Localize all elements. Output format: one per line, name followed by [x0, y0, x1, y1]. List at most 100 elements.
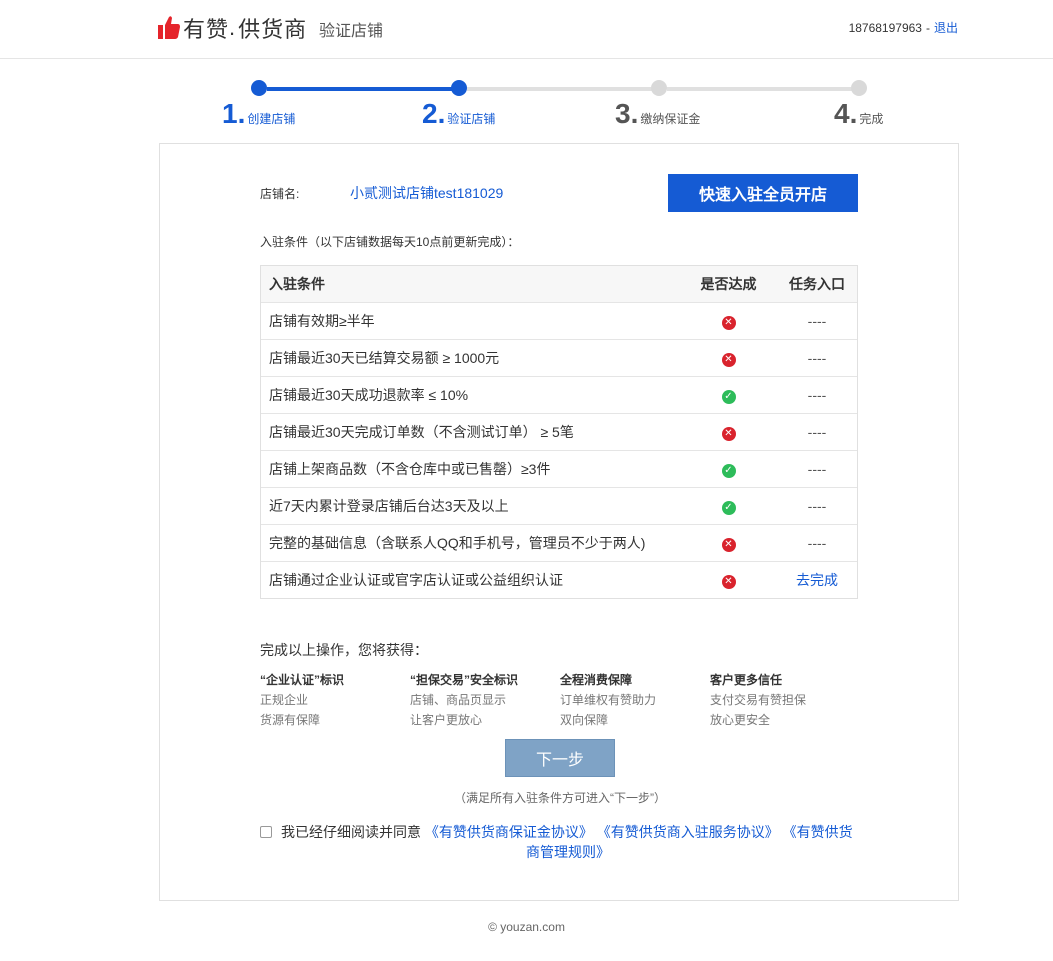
task-entry-cell: ----	[776, 302, 858, 340]
account-phone: 18768197963	[848, 21, 922, 35]
benefit-title: “担保交易”安全标识	[410, 673, 519, 687]
step-dot-3	[651, 80, 667, 96]
shop-name-value: 小贰测试店铺test181029	[350, 185, 504, 201]
rules-link-continued[interactable]: 商管理规则》	[260, 842, 860, 862]
step-dot-1	[251, 80, 267, 96]
rules-link[interactable]: 《有赞供货	[783, 824, 853, 840]
condition-status: ✕	[681, 524, 776, 562]
task-entry-cell: ----	[776, 339, 858, 377]
step-number: 4.	[834, 98, 858, 129]
fast-onboard-button[interactable]: 快速入驻全员开店	[668, 174, 858, 212]
condition-status: ✓	[681, 450, 776, 488]
brand-name: 有赞	[183, 18, 230, 43]
step-connector-2	[467, 87, 657, 91]
error-circle-icon: ✕	[721, 353, 736, 367]
condition-text: 店铺有效期≥半年	[260, 302, 681, 340]
condition-text: 店铺最近30天完成订单数（不含测试订单） ≥ 5笔	[260, 413, 681, 451]
condition-status: ✓	[681, 376, 776, 414]
thumbs-up-icon	[158, 16, 180, 39]
task-entry-placeholder: ----	[807, 387, 827, 403]
conditions-note: 入驻条件（以下店铺数据每天10点前更新完成）：	[260, 235, 520, 249]
table-row: 完整的基础信息（含联系人QQ和手机号，管理员不少于两人) ✕ ----	[260, 524, 858, 562]
task-entry-cell: ----	[776, 376, 858, 414]
benefit-line: 店铺、商品页显示	[410, 693, 507, 707]
step-3: 3. 缴纳保证金	[615, 98, 700, 130]
next-step-button[interactable]: 下一步	[505, 739, 615, 777]
step-2: 2. 验证店铺	[422, 98, 495, 130]
table-header-row: 入驻条件 是否达成 任务入口	[260, 265, 858, 303]
error-circle-icon: ✕	[721, 538, 736, 552]
condition-text: 店铺最近30天成功退款率 ≤ 10%	[260, 376, 681, 414]
condition-text: 店铺通过企业认证或官字店认证或公益组织认证	[260, 561, 681, 599]
table-row: 近7天内累计登录店铺后台达3天及以上 ✓ ----	[260, 487, 858, 525]
benefit-item: “企业认证”标识 正规企业 货源有保障	[260, 671, 410, 731]
step-label: 创建店铺	[247, 112, 296, 126]
step-label: 验证店铺	[447, 112, 496, 126]
agree-checkbox[interactable]	[260, 826, 272, 838]
agreement-row: 我已经仔细阅读并同意 《有赞供货商保证金协议》 《有赞供货商入驻服务协议》 《有…	[260, 822, 860, 862]
table-row: 店铺最近30天成功退款率 ≤ 10% ✓ ----	[260, 376, 858, 414]
step-label: 缴纳保证金	[640, 112, 701, 126]
service-agreement-link[interactable]: 《有赞供货商入驻服务协议》	[597, 824, 779, 840]
condition-text: 完整的基础信息（含联系人QQ和手机号，管理员不少于两人)	[260, 524, 681, 562]
task-entry-placeholder: ----	[807, 313, 827, 329]
check-circle-icon: ✓	[721, 390, 736, 404]
task-entry-placeholder: ----	[807, 461, 827, 477]
error-circle-icon: ✕	[721, 316, 736, 330]
benefit-item: 客户更多信任 支付交易有赞担保 放心更安全	[710, 671, 860, 731]
condition-text: 店铺最近30天已结算交易额 ≥ 1000元	[260, 339, 681, 377]
account-separator: -	[925, 21, 930, 35]
table-row: 店铺最近30天完成订单数（不含测试订单） ≥ 5笔 ✕ ----	[260, 413, 858, 451]
table-row: 店铺最近30天已结算交易额 ≥ 1000元 ✕ ----	[260, 339, 858, 377]
col-met: 是否达成	[681, 265, 776, 303]
benefit-line: 支付交易有赞担保	[710, 693, 807, 707]
table-row: 店铺有效期≥半年 ✕ ----	[260, 302, 858, 340]
footer-copyright: © youzan.com	[488, 920, 565, 934]
condition-status: ✓	[681, 487, 776, 525]
benefit-title: 全程消费保障	[560, 673, 633, 687]
step-4: 4. 完成	[834, 98, 883, 130]
deposit-agreement-link[interactable]: 《有赞供货商保证金协议》	[425, 824, 593, 840]
task-entry-placeholder: ----	[807, 424, 827, 440]
condition-status: ✕	[681, 413, 776, 451]
condition-status: ✕	[681, 339, 776, 377]
task-entry-cell: 去完成	[776, 561, 858, 599]
brand-logo[interactable]: 有赞 . 供货商	[158, 12, 307, 44]
brand-sub: 供货商	[238, 18, 308, 43]
go-complete-link[interactable]: 去完成	[796, 572, 838, 588]
agree-text: 我已经仔细阅读并同意	[281, 824, 421, 840]
condition-status: ✕	[681, 302, 776, 340]
logout-link[interactable]: 退出	[934, 21, 958, 35]
account-info: 18768197963- 退出	[849, 19, 958, 36]
step-connector-1	[267, 87, 457, 91]
benefit-title: “企业认证”标识	[260, 673, 345, 687]
step-number: 2.	[422, 98, 446, 129]
next-step-note: （满足所有入驻条件方可进入“下一步”）	[454, 791, 666, 805]
condition-status: ✕	[681, 561, 776, 599]
task-entry-cell: ----	[776, 413, 858, 451]
benefits-title: 完成以上操作，您将获得：	[260, 642, 428, 658]
benefit-line: 放心更安全	[710, 713, 771, 727]
col-entry: 任务入口	[776, 265, 858, 303]
task-entry-cell: ----	[776, 450, 858, 488]
condition-text: 店铺上架商品数（不含仓库中或已售罄）≥3件	[260, 450, 681, 488]
page-title: 验证店铺	[319, 23, 384, 40]
task-entry-cell: ----	[776, 524, 858, 562]
top-header: 有赞 . 供货商 验证店铺 18768197963- 退出	[0, 0, 1053, 59]
step-label: 完成	[859, 112, 884, 126]
check-circle-icon: ✓	[721, 501, 736, 515]
task-entry-placeholder: ----	[807, 350, 827, 366]
task-entry-placeholder: ----	[807, 535, 827, 551]
check-circle-icon: ✓	[721, 464, 736, 478]
benefit-line: 双向保障	[560, 713, 609, 727]
benefit-item: “担保交易”安全标识 店铺、商品页显示 让客户更放心	[410, 671, 560, 731]
task-entry-cell: ----	[776, 487, 858, 525]
step-number: 1.	[222, 98, 246, 129]
shop-name-label: 店铺名:	[260, 187, 300, 201]
benefit-item: 全程消费保障 订单维权有赞助力 双向保障	[560, 671, 710, 731]
step-dot-2	[451, 80, 467, 96]
benefit-line: 订单维权有赞助力	[560, 693, 657, 707]
error-circle-icon: ✕	[721, 575, 736, 590]
table-row: 店铺上架商品数（不含仓库中或已售罄）≥3件 ✓ ----	[260, 450, 858, 488]
conditions-table: 入驻条件 是否达成 任务入口 店铺有效期≥半年 ✕ ---- 店铺最近30天已结算交易…	[260, 265, 858, 599]
